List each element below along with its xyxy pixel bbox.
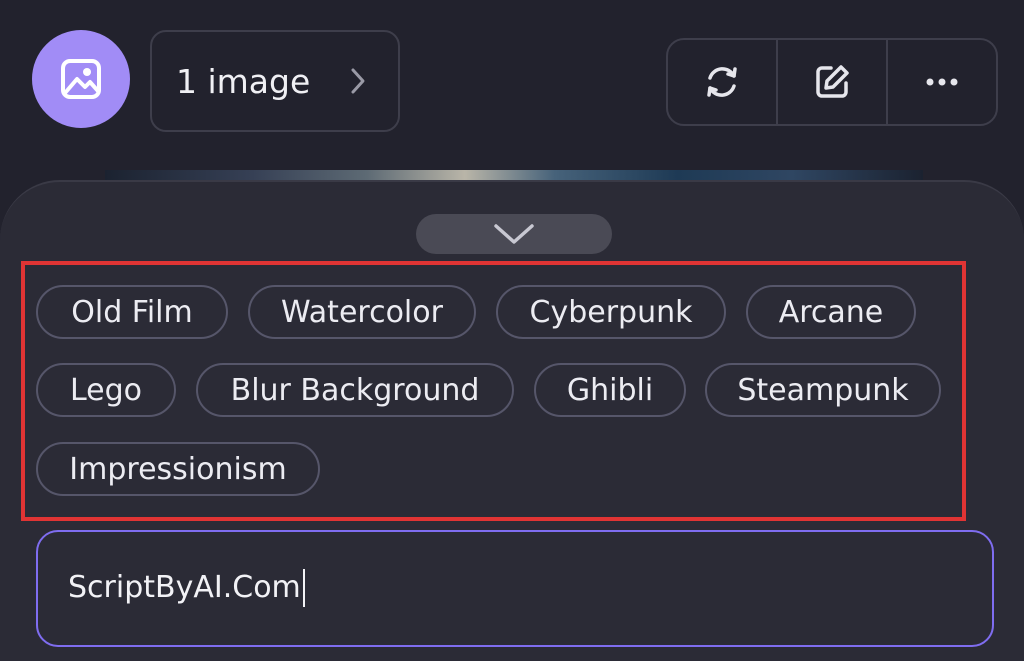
prompt-input[interactable]: ScriptByAI.Com [36,530,994,647]
refresh-icon [707,67,737,97]
collapse-panel-button[interactable] [416,214,612,254]
style-tag-watercolor[interactable]: Watercolor [248,285,476,339]
chevron-down-icon [494,224,534,244]
edit-icon [816,65,849,98]
style-tag-arcane[interactable]: Arcane [746,285,916,339]
style-tag-blur-background[interactable]: Blur Background [196,363,514,417]
style-tag-ghibli[interactable]: Ghibli [534,363,686,417]
style-tag-cyberpunk[interactable]: Cyberpunk [496,285,726,339]
more-icon [926,78,958,86]
regenerate-button[interactable] [668,40,776,124]
image-icon [61,59,101,99]
prompt-input-value: ScriptByAI.Com [68,569,305,607]
style-tag-old-film[interactable]: Old Film [36,285,228,339]
image-count-button[interactable]: 1 image [150,30,400,132]
style-tag-steampunk[interactable]: Steampunk [705,363,941,417]
image-avatar [32,30,130,128]
app-frame: 1 image Old Film Watercolor Cyberpunk Ar… [0,0,1024,661]
image-preview-strip [105,170,923,180]
chevron-right-icon [351,68,365,94]
image-toolbar [666,38,998,126]
style-tag-impressionism[interactable]: Impressionism [36,442,320,496]
more-button[interactable] [886,40,996,124]
image-count-label: 1 image [176,61,311,101]
edit-button[interactable] [776,40,886,124]
style-tag-lego[interactable]: Lego [36,363,176,417]
